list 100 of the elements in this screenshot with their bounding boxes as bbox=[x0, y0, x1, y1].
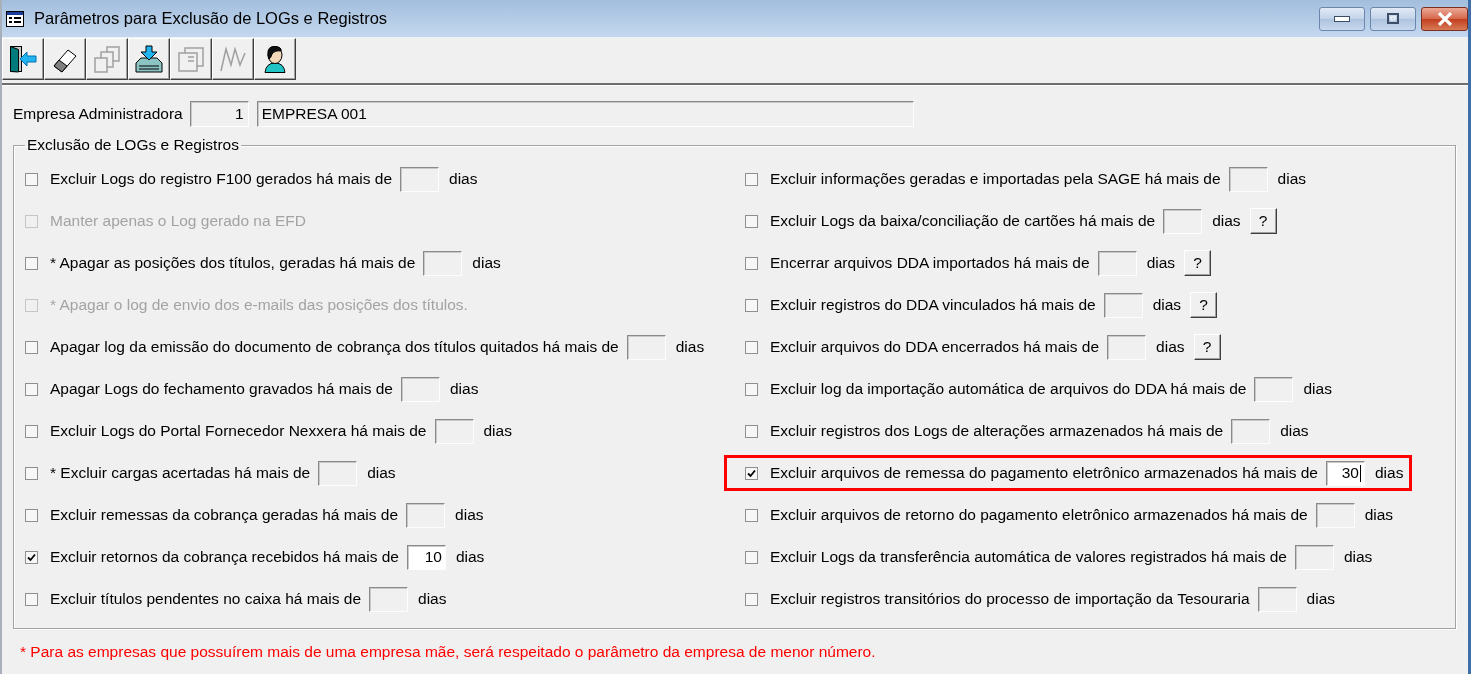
toolbar-button[interactable] bbox=[2, 38, 44, 80]
checkbox[interactable] bbox=[745, 592, 758, 606]
minimize-icon bbox=[1334, 15, 1350, 22]
unit-label: dias bbox=[367, 464, 396, 482]
door-arrow-icon bbox=[9, 45, 37, 73]
days-field[interactable] bbox=[406, 502, 446, 528]
field-label: Empresa Administradora bbox=[13, 105, 183, 123]
option-label: Apagar Logs do fechamento gravados há mais de bbox=[50, 380, 393, 398]
checkbox[interactable] bbox=[25, 466, 38, 480]
unit-label: dias bbox=[483, 422, 512, 440]
checkbox[interactable] bbox=[745, 508, 758, 522]
days-field[interactable] bbox=[434, 418, 474, 444]
cursor-icon bbox=[1359, 464, 1361, 482]
days-field[interactable] bbox=[318, 460, 358, 486]
option-label: Excluir Logs da transferência automática de valores registrados há mais de bbox=[770, 548, 1287, 566]
toolbar-button[interactable] bbox=[128, 38, 170, 80]
close-button[interactable] bbox=[1421, 6, 1468, 31]
days-field[interactable]: 10 bbox=[406, 544, 446, 570]
days-field[interactable] bbox=[400, 166, 440, 192]
unit-label: dias bbox=[449, 170, 478, 188]
checkbox[interactable] bbox=[25, 592, 38, 606]
checkbox[interactable] bbox=[25, 172, 38, 186]
checkbox[interactable] bbox=[25, 256, 38, 270]
peaks-icon bbox=[219, 45, 247, 73]
company-name-field[interactable]: EMPRESA 001 bbox=[256, 101, 914, 127]
checkbox[interactable] bbox=[745, 466, 758, 480]
unit-label: dias bbox=[675, 338, 705, 356]
days-field[interactable]: 30 bbox=[1325, 460, 1365, 486]
company-code-field[interactable]: 1 bbox=[189, 101, 249, 127]
unit-label: dias bbox=[455, 548, 485, 566]
help-button[interactable]: ? bbox=[1249, 208, 1277, 234]
option-label: Excluir informações geradas e importadas pela SAGE há mais de bbox=[770, 170, 1221, 188]
option-label: Apagar log da emissão do documento de cobrança dos títulos quitados há mais de bbox=[50, 338, 619, 356]
footnote: * Para as empresas que possuírem mais de uma empresa mãe, será respeitado o parâmetro da empresa de menor número. bbox=[20, 643, 877, 661]
option-label: Excluir arquivos de retorno do pagamento eletrônico armazenados há mais de bbox=[770, 506, 1308, 524]
unit-label: dias bbox=[418, 590, 447, 608]
checkbox[interactable] bbox=[25, 340, 38, 354]
option-label: Excluir registros transitórios do processo de importação da Tesouraria bbox=[770, 590, 1250, 608]
tray-arrow-icon bbox=[135, 45, 163, 73]
unit-label: dias bbox=[1303, 380, 1332, 398]
person-icon bbox=[261, 45, 289, 73]
checkbox[interactable] bbox=[745, 340, 758, 354]
minimize-button[interactable] bbox=[1319, 6, 1365, 31]
checkbox[interactable] bbox=[745, 550, 758, 564]
checkbox[interactable] bbox=[745, 298, 758, 312]
unit-label: dias bbox=[472, 254, 501, 272]
days-field[interactable] bbox=[1315, 502, 1355, 528]
option-label: Excluir Logs do registro F100 gerados há mais de bbox=[50, 170, 393, 188]
days-field[interactable] bbox=[1257, 586, 1297, 612]
help-button[interactable]: ? bbox=[1184, 250, 1212, 276]
days-field[interactable] bbox=[1097, 250, 1137, 276]
unit-label: dias bbox=[1364, 506, 1394, 524]
checkbox[interactable] bbox=[745, 256, 758, 270]
checkbox[interactable] bbox=[745, 214, 758, 228]
help-button[interactable]: ? bbox=[1190, 292, 1218, 318]
window-title: Parâmetros para Exclusão de LOGs e Registros bbox=[34, 9, 388, 28]
checkbox[interactable] bbox=[745, 172, 758, 186]
checkbox[interactable] bbox=[25, 508, 38, 522]
days-field[interactable] bbox=[1163, 208, 1203, 234]
option-label: Excluir log da importação automática de arquivos do DDA há mais de bbox=[770, 380, 1247, 398]
days-field[interactable] bbox=[423, 250, 463, 276]
days-field[interactable] bbox=[400, 376, 440, 402]
group-title: Exclusão de LOGs e Registros bbox=[26, 136, 240, 154]
option-label: Excluir títulos pendentes no caixa há mais de bbox=[50, 590, 362, 608]
days-field[interactable] bbox=[626, 334, 666, 360]
unit-label: dias bbox=[455, 506, 484, 524]
unit-label: dias bbox=[1152, 296, 1182, 314]
checkbox[interactable] bbox=[25, 382, 38, 396]
toolbar-button[interactable] bbox=[44, 38, 86, 80]
days-field[interactable] bbox=[1107, 334, 1147, 360]
maximize-icon bbox=[1387, 13, 1399, 24]
option-label: Excluir registros do DDA vinculados há mais de bbox=[770, 296, 1096, 314]
days-field[interactable] bbox=[369, 586, 409, 612]
help-button[interactable]: ? bbox=[1193, 334, 1221, 360]
checkbox[interactable] bbox=[25, 424, 38, 438]
close-icon bbox=[1436, 11, 1453, 26]
days-field[interactable] bbox=[1294, 544, 1334, 570]
checkbox[interactable] bbox=[25, 550, 38, 564]
sheet-icon bbox=[177, 45, 205, 73]
unit-label: dias bbox=[1343, 548, 1373, 566]
checkbox[interactable] bbox=[745, 424, 758, 438]
days-field[interactable] bbox=[1254, 376, 1294, 402]
option-label: Encerrar arquivos DDA importados há mais de bbox=[770, 254, 1090, 272]
toolbar-button[interactable] bbox=[254, 38, 296, 80]
option-label: Manter apenas o Log gerado na EFD bbox=[50, 212, 306, 230]
option-label: * Apagar as posições dos títulos, geradas há mais de bbox=[50, 254, 416, 272]
maximize-button[interactable] bbox=[1370, 6, 1416, 31]
days-field[interactable] bbox=[1103, 292, 1143, 318]
unit-label: dias bbox=[1156, 338, 1185, 356]
unit-label: dias bbox=[1146, 254, 1176, 272]
option-label: Excluir remessas da cobrança geradas há mais de bbox=[50, 506, 399, 524]
days-field[interactable] bbox=[1228, 166, 1268, 192]
option-label: Excluir registros dos Logs de alterações armazenados há mais de bbox=[770, 422, 1224, 440]
unit-label: dias bbox=[1374, 464, 1404, 482]
option-label: Excluir retornos da cobrança recebidos há mais de bbox=[50, 548, 399, 566]
unit-label: dias bbox=[1306, 590, 1335, 608]
option-label: Excluir Logs do Portal Fornecedor Nexxera há mais de bbox=[50, 422, 427, 440]
unit-label: dias bbox=[1280, 422, 1309, 440]
days-field[interactable] bbox=[1231, 418, 1271, 444]
checkbox[interactable] bbox=[745, 382, 758, 396]
